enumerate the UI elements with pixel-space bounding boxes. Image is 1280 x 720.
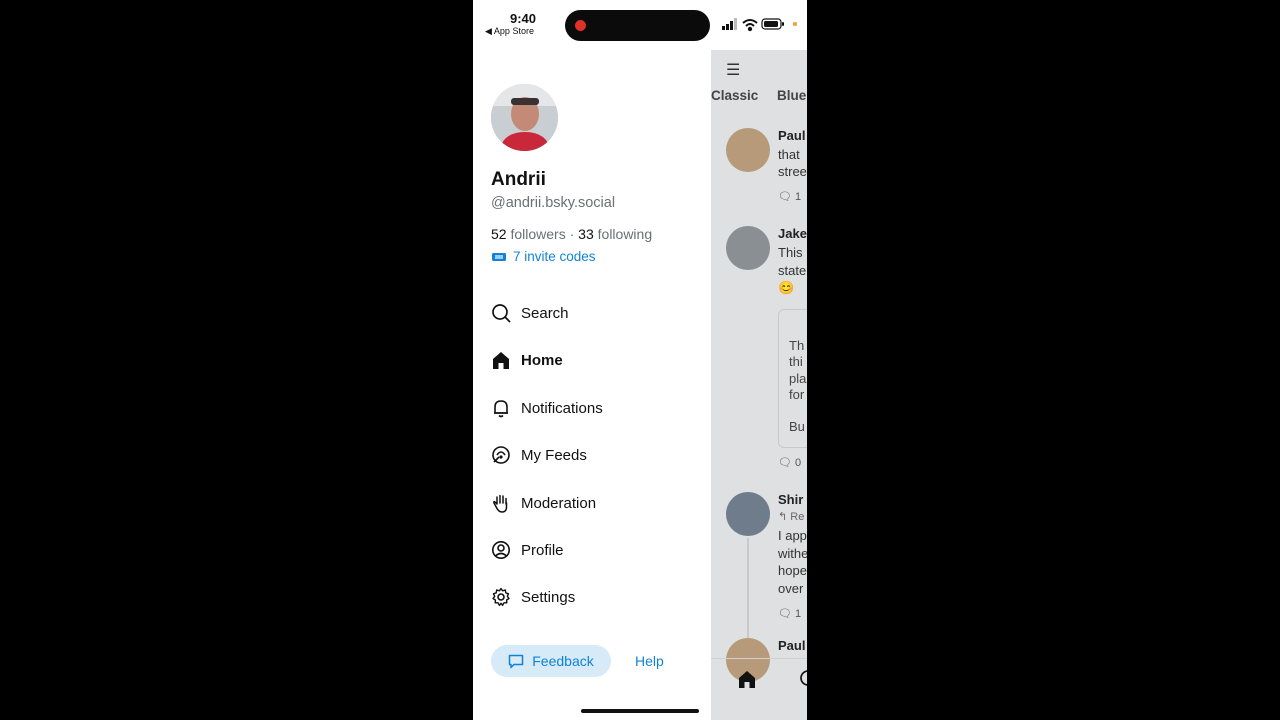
post-text: 😊 [778,280,795,295]
post-author[interactable]: Jake [778,226,807,241]
nav-item-profile[interactable]: Profile [491,536,564,564]
nav-item-label: Notifications [521,399,603,417]
post-text: I app [778,528,807,543]
user-handle: @andrii.bsky.social [491,195,616,211]
ticket-icon [492,252,506,261]
feedback-label: Feedback [532,653,594,669]
status-icons [722,18,784,32]
privacy-indicator [793,22,797,26]
user-avatar[interactable] [491,84,558,151]
post-author[interactable]: Paul [778,128,805,143]
nav-item-label: Search [521,304,569,322]
search-icon [492,304,511,323]
followers-count[interactable]: 52 [491,226,507,242]
wifi-icon [742,19,758,32]
invite-codes-link[interactable]: 7 invite codes [491,249,596,264]
phone-screen: 9:40 ◀ App Store Andrii @andrii.bsky.soc… [473,0,807,720]
stats-separator: · [569,226,575,242]
following-count[interactable]: 33 [578,226,594,242]
post-avatar[interactable] [726,128,770,172]
dynamic-island [565,10,710,41]
feed-tab[interactable]: Blue [777,88,806,103]
followers-label[interactable]: followers [510,226,565,242]
quote-text: Bu [789,419,805,434]
feed-tab[interactable]: Classic [711,88,758,103]
status-bar: 9:40 ◀ App Store [473,0,807,50]
quote-text: for [789,387,805,402]
nav-item-label: Profile [521,541,564,559]
post-author[interactable]: Shir [778,492,803,507]
quote-text: thi [789,354,803,369]
nav-item-label: Settings [521,588,576,606]
back-to-app-store[interactable]: ◀ App Store [485,26,534,37]
following-label[interactable]: following [598,226,652,242]
nav-item-search[interactable]: Search [491,299,569,327]
status-time: 9:40 [510,11,537,26]
bottom-tab-bar [711,658,807,720]
thread-line [747,538,749,640]
help-link[interactable]: Help [635,653,664,669]
reply-count[interactable]: 🗨 1 [778,607,801,620]
nav-item-label: Moderation [521,494,597,512]
nav-item-label: Home [521,351,563,369]
home-icon [493,352,509,369]
feed-overlay[interactable]: ☰ Classic Blue Paul that stree 🗨 1 Jake … [711,50,807,720]
post-text: state [778,263,807,278]
quoted-post[interactable]: Th thi pla for Bu [778,309,807,448]
follow-stats: 52 followers · 33 following [491,226,652,242]
battery-icon [761,18,784,30]
post-text: withe [778,546,807,561]
menu-icon[interactable]: ☰ [726,60,740,80]
nav-item-moderation[interactable]: Moderation [491,489,596,517]
post-text: over [778,581,804,596]
reply-indicator: ↰ Re [778,511,805,523]
nav-item-settings[interactable]: Settings [491,583,575,611]
home-icon[interactable] [737,669,757,689]
quote-text: Th [789,338,805,353]
feeds-icon [492,446,510,464]
side-drawer: Andrii @andrii.bsky.social 52 followers … [473,50,711,720]
reply-count[interactable]: 🗨 0 [778,456,801,469]
gear-icon [492,587,510,606]
bell-icon [494,400,508,418]
hand-icon [493,494,508,513]
chat-bubble-icon [509,654,524,668]
reply-count[interactable]: 🗨 1 [778,190,801,203]
recording-indicator [575,20,586,31]
post-author[interactable]: Paul [778,638,805,653]
invite-codes-label: 7 invite codes [513,249,596,264]
post-text: This [778,245,803,260]
reply-count-value: 1 [795,191,802,203]
post-text: stree [778,164,807,179]
post-text: that [778,147,800,162]
reply-count-value: 0 [795,457,802,469]
post-avatar[interactable] [726,492,770,536]
search-icon[interactable] [799,669,807,689]
nav-item-notifications[interactable]: Notifications [491,394,603,422]
post-avatar[interactable] [726,226,770,270]
quote-text: pla [789,371,807,386]
home-indicator [581,709,699,713]
reply-count-value: 1 [795,608,802,620]
profile-icon [492,541,510,559]
post-text: hope [778,563,807,578]
nav-item-label: My Feeds [521,446,587,464]
feedback-button[interactable]: Feedback [491,645,611,677]
nav-item-home[interactable]: Home [491,346,563,374]
display-name: Andrii [491,169,546,190]
nav-item-my-feeds[interactable]: My Feeds [491,441,587,469]
signal-icon [722,18,737,30]
